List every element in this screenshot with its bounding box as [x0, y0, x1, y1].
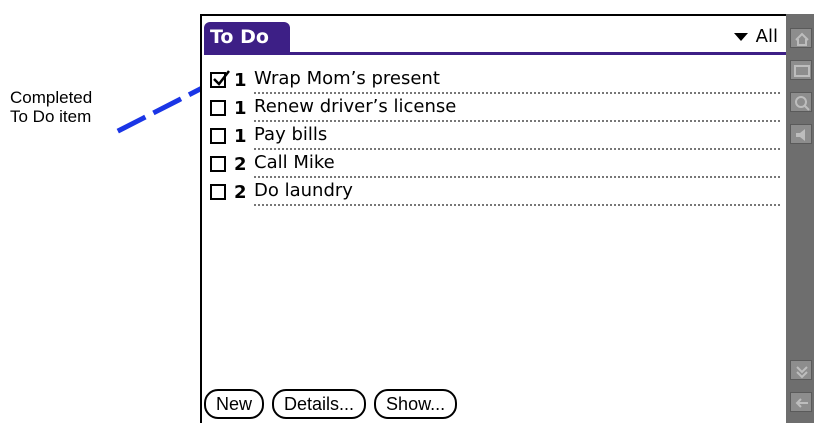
category-picker[interactable]: All	[733, 24, 778, 50]
todo-screen: To Do All 1 Wrap Mom’s present 1 Renew d…	[200, 14, 786, 423]
button-bar: New Details... Show...	[204, 389, 458, 419]
item-description[interactable]: Do laundry	[254, 179, 780, 206]
speaker-icon[interactable]	[790, 124, 812, 144]
item-description[interactable]: Pay bills	[254, 123, 780, 150]
checkbox[interactable]	[210, 100, 226, 116]
list-item[interactable]: 1 Pay bills	[210, 122, 786, 150]
title-rule	[204, 52, 786, 55]
item-description[interactable]: Renew driver’s license	[254, 95, 780, 122]
priority[interactable]: 1	[234, 126, 254, 147]
dropdown-triangle-icon	[733, 33, 748, 41]
checkbox[interactable]	[210, 128, 226, 144]
app-title[interactable]: To Do	[204, 22, 290, 52]
list-item[interactable]: 1 Renew driver’s license	[210, 94, 786, 122]
home-icon[interactable]	[790, 28, 812, 48]
list-item[interactable]: 2 Do laundry	[210, 178, 786, 206]
menu-icon[interactable]	[790, 60, 812, 80]
priority[interactable]: 1	[234, 70, 254, 91]
silkscreen-strip	[786, 14, 814, 423]
scroll-icon[interactable]	[790, 360, 812, 380]
priority[interactable]: 2	[234, 182, 254, 203]
find-icon[interactable]	[790, 92, 812, 112]
completed-checkbox[interactable]	[210, 70, 230, 88]
back-icon[interactable]	[790, 392, 812, 412]
details-button[interactable]: Details...	[272, 389, 367, 419]
todo-list: 1 Wrap Mom’s present 1 Renew driver’s li…	[210, 66, 786, 206]
list-item[interactable]: 2 Call Mike	[210, 150, 786, 178]
callout-line-1: Completed	[10, 88, 93, 107]
new-button[interactable]: New	[204, 389, 265, 419]
show-button[interactable]: Show...	[374, 389, 458, 419]
callout-label: Completed To Do item	[10, 88, 92, 126]
category-label: All	[755, 26, 778, 47]
checkbox[interactable]	[210, 184, 226, 200]
list-item[interactable]: 1 Wrap Mom’s present	[210, 66, 786, 94]
callout-line-2: To Do item	[10, 107, 92, 126]
priority[interactable]: 1	[234, 98, 254, 119]
priority[interactable]: 2	[234, 154, 254, 175]
item-description[interactable]: Call Mike	[254, 151, 780, 178]
item-description[interactable]: Wrap Mom’s present	[254, 67, 780, 94]
checkmark-icon	[213, 70, 230, 86]
checkbox[interactable]	[210, 156, 226, 172]
